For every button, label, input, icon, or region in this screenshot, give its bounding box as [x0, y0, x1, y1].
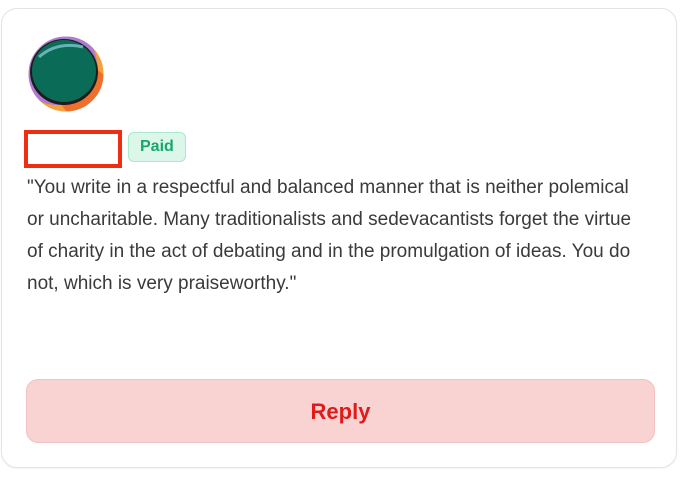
avatar-image	[27, 35, 105, 113]
comment-card: Paid "You write in a respectful and bala…	[1, 8, 677, 468]
avatar[interactable]	[27, 35, 105, 113]
redacted-author-name	[24, 130, 122, 168]
reply-button[interactable]: Reply	[26, 379, 655, 443]
paid-badge: Paid	[128, 132, 186, 162]
comment-text: "You write in a respectful and balanced …	[27, 177, 632, 294]
